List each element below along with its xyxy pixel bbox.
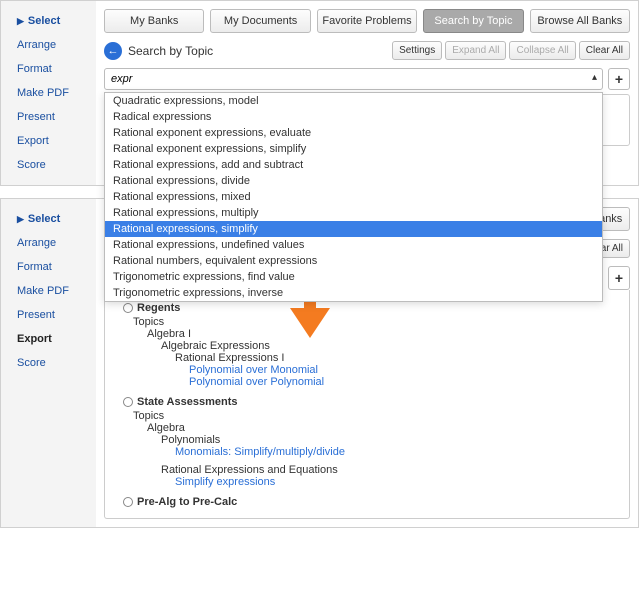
- link-monomials-simplify[interactable]: Monomials: Simplify/multiply/divide: [175, 446, 621, 458]
- sidebar-item-present[interactable]: Present: [1, 303, 96, 327]
- search-wrap: ▴ + Quadratic expressions, model Radical…: [104, 68, 630, 146]
- topic-dropdown: Quadratic expressions, model Radical exp…: [104, 92, 603, 302]
- results-panel: Regents Topics Algebra I Algebraic Expre…: [104, 290, 630, 519]
- sidebar-item-present[interactable]: Present: [1, 105, 96, 129]
- dropdown-item[interactable]: Rational expressions, mixed: [105, 189, 602, 205]
- radio-icon[interactable]: [123, 303, 133, 313]
- dropdown-item[interactable]: Rational expressions, divide: [105, 173, 602, 189]
- dropdown-item[interactable]: Rational expressions, multiply: [105, 205, 602, 221]
- sidebar-item-makepdf[interactable]: Make PDF: [1, 81, 96, 105]
- category-regents[interactable]: Regents: [137, 302, 180, 314]
- sidebar-item-arrange[interactable]: Arrange: [1, 231, 96, 255]
- sidebar: Select Arrange Format Make PDF Present E…: [1, 199, 96, 527]
- sidebar: Select Arrange Format Make PDF Present E…: [1, 1, 96, 185]
- label-algebraic-expressions: Algebraic Expressions: [161, 340, 621, 352]
- label-algebra: Algebra: [147, 422, 621, 434]
- add-topic-button[interactable]: +: [608, 266, 630, 290]
- sidebar-item-format[interactable]: Format: [1, 57, 96, 81]
- dropdown-item-selected[interactable]: Rational expressions, simplify: [105, 221, 602, 237]
- label-polynomials: Polynomials: [161, 434, 621, 446]
- label-algebra1: Algebra I: [147, 328, 621, 340]
- tab-favorite-problems[interactable]: Favorite Problems: [317, 9, 417, 33]
- add-topic-button[interactable]: +: [608, 68, 630, 90]
- sidebar-item-export[interactable]: Export: [1, 327, 96, 351]
- collapse-all-button[interactable]: Collapse All: [509, 41, 575, 60]
- label-topics: Topics: [133, 316, 621, 328]
- content: My Banks My Documents Favorite Problems …: [96, 1, 638, 185]
- chevron-up-icon[interactable]: ▴: [592, 72, 597, 83]
- dropdown-item[interactable]: Trigonometric expressions, inverse: [105, 285, 602, 301]
- expand-all-button[interactable]: Expand All: [445, 41, 506, 60]
- category-state[interactable]: State Assessments: [137, 396, 237, 408]
- tab-browse-all-banks[interactable]: Browse All Banks: [530, 9, 630, 33]
- category-prealg[interactable]: Pre-Alg to Pre-Calc: [137, 496, 237, 508]
- radio-icon[interactable]: [123, 497, 133, 507]
- header-row: ← Search by Topic Settings Expand All Co…: [104, 41, 630, 60]
- topic-search-input[interactable]: [104, 68, 603, 90]
- dropdown-item[interactable]: Radical expressions: [105, 109, 602, 125]
- dropdown-item[interactable]: Rational exponent expressions, simplify: [105, 141, 602, 157]
- tab-row: My Banks My Documents Favorite Problems …: [104, 9, 630, 33]
- link-polynomial-over-polynomial[interactable]: Polynomial over Polynomial: [189, 376, 621, 388]
- dropdown-item[interactable]: Trigonometric expressions, find value: [105, 269, 602, 285]
- tab-search-by-topic[interactable]: Search by Topic: [423, 9, 523, 33]
- label-topics: Topics: [133, 410, 621, 422]
- label-rational-expressions-equations: Rational Expressions and Equations: [161, 464, 621, 476]
- sidebar-select[interactable]: Select: [1, 9, 96, 33]
- sidebar-item-format[interactable]: Format: [1, 255, 96, 279]
- sidebar-item-score[interactable]: Score: [1, 153, 96, 177]
- dropdown-item[interactable]: Rational exponent expressions, evaluate: [105, 125, 602, 141]
- dropdown-item[interactable]: Rational numbers, equivalent expressions: [105, 253, 602, 269]
- dropdown-item[interactable]: Whole numbers, equivalent expressions: [105, 301, 602, 302]
- dropdown-item[interactable]: Rational expressions, undefined values: [105, 237, 602, 253]
- tab-my-documents[interactable]: My Documents: [210, 9, 310, 33]
- panel-before: Select Arrange Format Make PDF Present E…: [0, 0, 639, 186]
- settings-button[interactable]: Settings: [392, 41, 442, 60]
- dropdown-item[interactable]: Quadratic expressions, model: [105, 93, 602, 109]
- sidebar-item-export[interactable]: Export: [1, 129, 96, 153]
- sidebar-item-makepdf[interactable]: Make PDF: [1, 279, 96, 303]
- tab-my-banks[interactable]: My Banks: [104, 9, 204, 33]
- label-rational-expressions: Rational Expressions I: [175, 352, 621, 364]
- dropdown-item[interactable]: Rational expressions, add and subtract: [105, 157, 602, 173]
- link-polynomial-over-monomial[interactable]: Polynomial over Monomial: [189, 364, 621, 376]
- back-icon[interactable]: ←: [104, 42, 122, 60]
- radio-icon[interactable]: [123, 397, 133, 407]
- page-title: Search by Topic: [128, 44, 213, 58]
- clear-all-button[interactable]: Clear All: [579, 41, 630, 60]
- sidebar-item-arrange[interactable]: Arrange: [1, 33, 96, 57]
- sidebar-item-score[interactable]: Score: [1, 351, 96, 375]
- sidebar-select[interactable]: Select: [1, 207, 96, 231]
- link-simplify-expressions[interactable]: Simplify expressions: [175, 476, 621, 488]
